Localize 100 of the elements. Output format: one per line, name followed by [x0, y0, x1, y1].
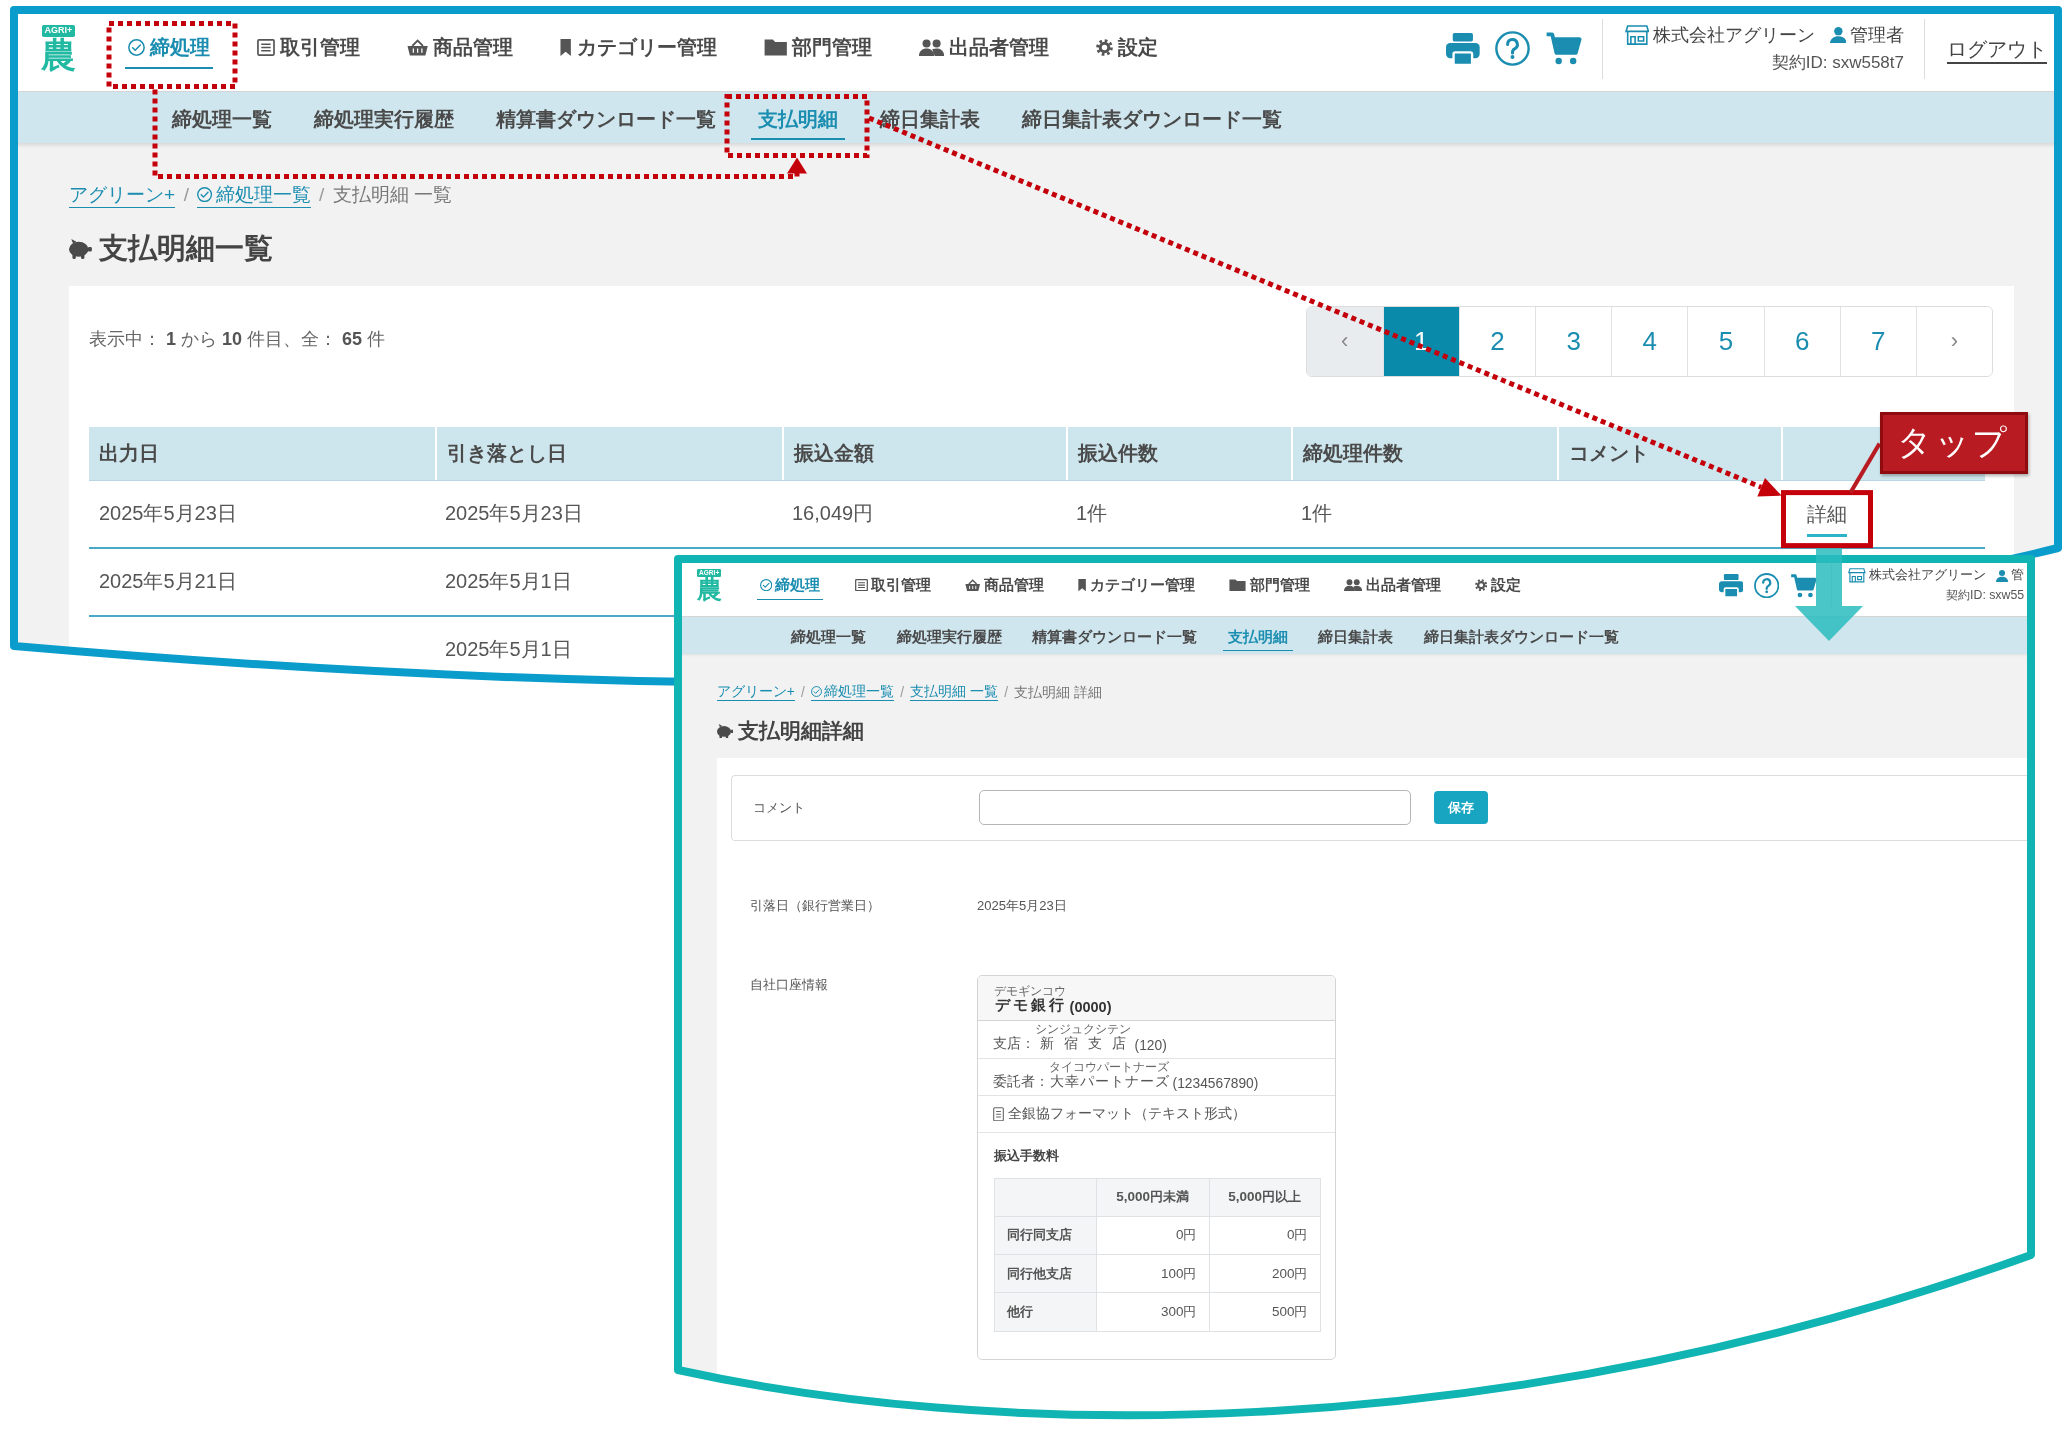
breadcrumb-current: 支払明細 一覧: [332, 182, 453, 207]
table-cell-text: 2025年5月1日: [445, 637, 572, 663]
field-label: 支店：: [993, 1034, 1036, 1053]
nav-tab[interactable]: 取引管理: [852, 571, 934, 600]
nav-tab[interactable]: 部門管理: [760, 28, 875, 69]
column-header: 出力日: [99, 440, 159, 466]
nav-tab[interactable]: カテゴリー管理: [557, 28, 720, 69]
table-cell: 0円: [1209, 1216, 1321, 1256]
section-title: 振込手数料: [993, 1147, 1059, 1166]
shop-icon: [1848, 568, 1867, 584]
branch-code: (120): [1134, 1037, 1167, 1053]
bank-name: デモ銀行: [993, 997, 1066, 1014]
column-header: 引き落とし日: [447, 440, 567, 466]
row-header: 同行他支店: [994, 1255, 1097, 1294]
furigana-text: デモギンコウ: [993, 984, 1066, 999]
table-cell-text: 1件: [1076, 501, 1108, 527]
subnav-tab[interactable]: 締処理実行履歴: [307, 99, 461, 140]
table-cell-text: 2025年5月1日: [445, 569, 572, 595]
subnav-tab[interactable]: 締処理一覧: [786, 623, 872, 652]
subnav-tab[interactable]: 締日集計表: [1313, 623, 1399, 652]
bank-code: (0000): [1069, 999, 1112, 1016]
row-header: 他行: [994, 1293, 1097, 1332]
settings-icon: [1474, 579, 1488, 592]
field-value: 2025年5月23日: [977, 896, 1067, 915]
folder-icon: [763, 39, 787, 56]
breadcrumb-current: 支払明細 詳細: [1014, 683, 1103, 702]
logout-link[interactable]: ログアウト: [1947, 34, 2047, 63]
nav-tab[interactable]: 商品管理: [403, 28, 517, 69]
printer-icon[interactable]: [1718, 574, 1743, 598]
logo-mark: 農: [696, 577, 722, 603]
company-name: 株式会社アグリーン: [1868, 567, 1986, 585]
printer-icon[interactable]: [1446, 32, 1480, 65]
table-cell-text: 2025年5月21日: [99, 569, 237, 595]
user-name: 管理者: [1850, 24, 1904, 47]
company-name: 株式会社アグリーン: [1652, 24, 1815, 47]
table-cell: 200円: [1209, 1255, 1321, 1294]
breadcrumb-separator: /: [900, 683, 905, 702]
breadcrumb-link[interactable]: 支払明細 一覧: [910, 683, 999, 702]
breadcrumb-link[interactable]: アグリーン+: [69, 182, 176, 208]
subnav-tab[interactable]: 締処理一覧: [165, 99, 279, 140]
cart-icon[interactable]: [1544, 32, 1582, 65]
user-name: 管: [2011, 567, 2025, 585]
column-header: 5,000円未満: [1096, 1178, 1210, 1217]
column-header: 締処理件数: [1303, 440, 1403, 466]
consignor-name: 大幸パートナーズ: [1049, 1073, 1170, 1089]
table-cell-text: 1件: [1301, 501, 1333, 527]
nav-tab[interactable]: 設定: [1472, 571, 1523, 600]
list-icon: [854, 579, 868, 592]
table-cell: 0円: [1096, 1216, 1210, 1256]
breadcrumb-separator: /: [1004, 683, 1009, 702]
column-header: コメント: [1569, 440, 1649, 466]
subnav-tab[interactable]: 締処理実行履歴: [891, 623, 1007, 652]
subnav-tab[interactable]: 締日集計表ダウンロード一覧: [1418, 623, 1624, 652]
subnav-tab[interactable]: 精算書ダウンロード一覧: [489, 99, 723, 140]
nav-tab[interactable]: 商品管理: [963, 571, 1047, 600]
nav-tab[interactable]: 締処理: [757, 571, 823, 600]
table-cell: 100円: [1096, 1255, 1210, 1294]
nav-tab[interactable]: 締処理: [125, 28, 213, 69]
column-header: 5,000円以上: [1209, 1178, 1321, 1217]
check-circle-icon: [759, 579, 772, 592]
subnav-tab[interactable]: 締日集計表ダウンロード一覧: [1015, 99, 1289, 140]
table-cell-text: 2025年5月23日: [445, 501, 583, 527]
nav-tab[interactable]: 出品者管理: [915, 28, 1053, 69]
breadcrumb-link[interactable]: アグリーン+: [716, 683, 795, 702]
table-cell-text: 2025年5月23日: [99, 501, 237, 527]
next-page-button[interactable]: ›: [1915, 306, 1992, 376]
table-cell: 300円: [1096, 1293, 1210, 1332]
breadcrumb-separator: /: [801, 683, 805, 702]
breadcrumb-separator: /: [319, 182, 325, 207]
format-text: 全銀協フォーマット（テキスト形式）: [1008, 1105, 1247, 1124]
furigana-text: シンジュクシテン: [1035, 1021, 1132, 1036]
bookmark-icon: [1078, 579, 1087, 592]
logo-badge: AGRI+: [41, 25, 76, 37]
field-label: 自社口座情報: [750, 975, 829, 994]
people-icon: [918, 39, 945, 56]
nav-tab[interactable]: 設定: [1093, 28, 1162, 69]
nav-tab[interactable]: 出品者管理: [1341, 571, 1443, 600]
bookmark-icon: [560, 39, 572, 56]
breadcrumb-link[interactable]: 締処理一覧: [811, 683, 895, 702]
check-circle-icon: [197, 187, 213, 203]
document-icon: [993, 1106, 1005, 1122]
field-label: 引落日（銀行営業日）: [750, 896, 881, 915]
nav-tab[interactable]: カテゴリー管理: [1076, 571, 1198, 600]
help-icon[interactable]: [1753, 573, 1780, 599]
people-icon: [1343, 579, 1363, 592]
help-icon[interactable]: [1494, 31, 1530, 66]
leader-line: [1848, 442, 1882, 494]
shop-icon: [1624, 24, 1650, 46]
field-label: コメント: [752, 798, 805, 817]
nav-tab[interactable]: 部門管理: [1227, 571, 1312, 600]
table-cell: 500円: [1209, 1293, 1321, 1332]
person-icon: [1829, 26, 1847, 44]
comment-field[interactable]: [978, 790, 1411, 826]
details-button[interactable]: 詳細: [1807, 501, 1847, 538]
column-header: 振込金額: [794, 440, 874, 466]
breadcrumb-separator: /: [183, 182, 189, 207]
breadcrumb-link[interactable]: 締処理一覧: [197, 182, 311, 208]
nav-tab[interactable]: 取引管理: [254, 28, 363, 69]
subnav-tab[interactable]: 精算書ダウンロード一覧: [1027, 623, 1203, 652]
cart-icon[interactable]: [1790, 573, 1817, 598]
